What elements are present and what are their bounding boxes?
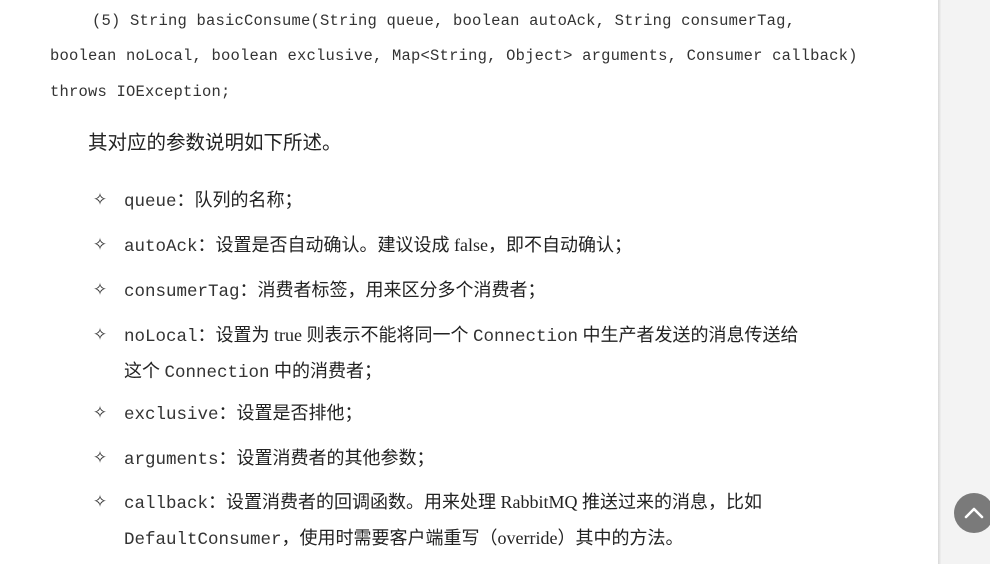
param-desc-part: 这个 [124, 361, 165, 381]
page-edge-shadow [938, 0, 941, 564]
param-item-queue: ✧ queue：队列的名称； [90, 183, 880, 219]
param-item-exclusive: ✧ exclusive：设置是否排他； [90, 396, 880, 432]
code-term: Connection [473, 327, 579, 347]
code-term: DefaultConsumer [124, 530, 282, 550]
param-item-arguments: ✧ arguments：设置消费者的其他参数； [90, 441, 880, 477]
param-name: autoAck [124, 237, 198, 257]
param-desc: ：设置消费者的其他参数； [218, 448, 435, 468]
diamond-bullet-icon: ✧ [92, 190, 108, 210]
param-name: noLocal [124, 327, 198, 347]
chevron-up-icon [962, 501, 986, 525]
param-name: consumerTag [124, 282, 240, 302]
param-name: arguments [124, 450, 219, 470]
param-item-nolocal: ✧ noLocal：设置为 true 则表示不能将同一个 Connection … [90, 318, 880, 390]
param-name: callback [124, 494, 209, 514]
code-term: Connection [164, 363, 270, 383]
param-desc-part: ：设置为 true 则表示不能将同一个 [197, 325, 473, 345]
param-desc-part: ：设置消费者的回调函数。用来处理 RabbitMQ 推送过来的消息，比如 [208, 492, 763, 512]
method-signature-line-3: throws IOException; [50, 83, 231, 101]
param-desc: ：设置是否排他； [218, 403, 363, 423]
param-desc-part: 中的消费者； [269, 361, 383, 381]
method-signature-line-1: (5) String basicConsume(String queue, bo… [92, 12, 796, 30]
diamond-bullet-icon: ✧ [92, 492, 108, 512]
diamond-bullet-icon: ✧ [92, 325, 108, 345]
param-item-consumertag: ✧ consumerTag：消费者标签，用来区分多个消费者； [90, 273, 880, 309]
param-desc: ：消费者标签，用来区分多个消费者； [239, 280, 546, 300]
diamond-bullet-icon: ✧ [92, 235, 108, 255]
param-desc-part: 中生产者发送的消息传送给 [578, 325, 799, 345]
param-desc: ：队列的名称； [176, 190, 303, 210]
param-item-callback: ✧ callback：设置消费者的回调函数。用来处理 RabbitMQ 推送过来… [90, 485, 880, 557]
method-signature-line-2: boolean noLocal, boolean exclusive, Map<… [50, 47, 858, 65]
param-name: exclusive [124, 405, 219, 425]
param-desc-part: ，使用时需要客户端重写（override）其中的方法。 [281, 528, 684, 548]
param-item-autoack: ✧ autoAck：设置是否自动确认。建议设成 false，即不自动确认； [90, 228, 880, 264]
document-page: (5) String basicConsume(String queue, bo… [0, 0, 938, 564]
diamond-bullet-icon: ✧ [92, 448, 108, 468]
params-intro: 其对应的参数说明如下所述。 [88, 133, 342, 154]
scroll-to-top-button[interactable] [954, 493, 990, 533]
param-name: queue [124, 192, 177, 212]
param-desc: ：设置是否自动确认。建议设成 false，即不自动确认； [197, 235, 632, 255]
diamond-bullet-icon: ✧ [92, 280, 108, 300]
diamond-bullet-icon: ✧ [92, 403, 108, 423]
